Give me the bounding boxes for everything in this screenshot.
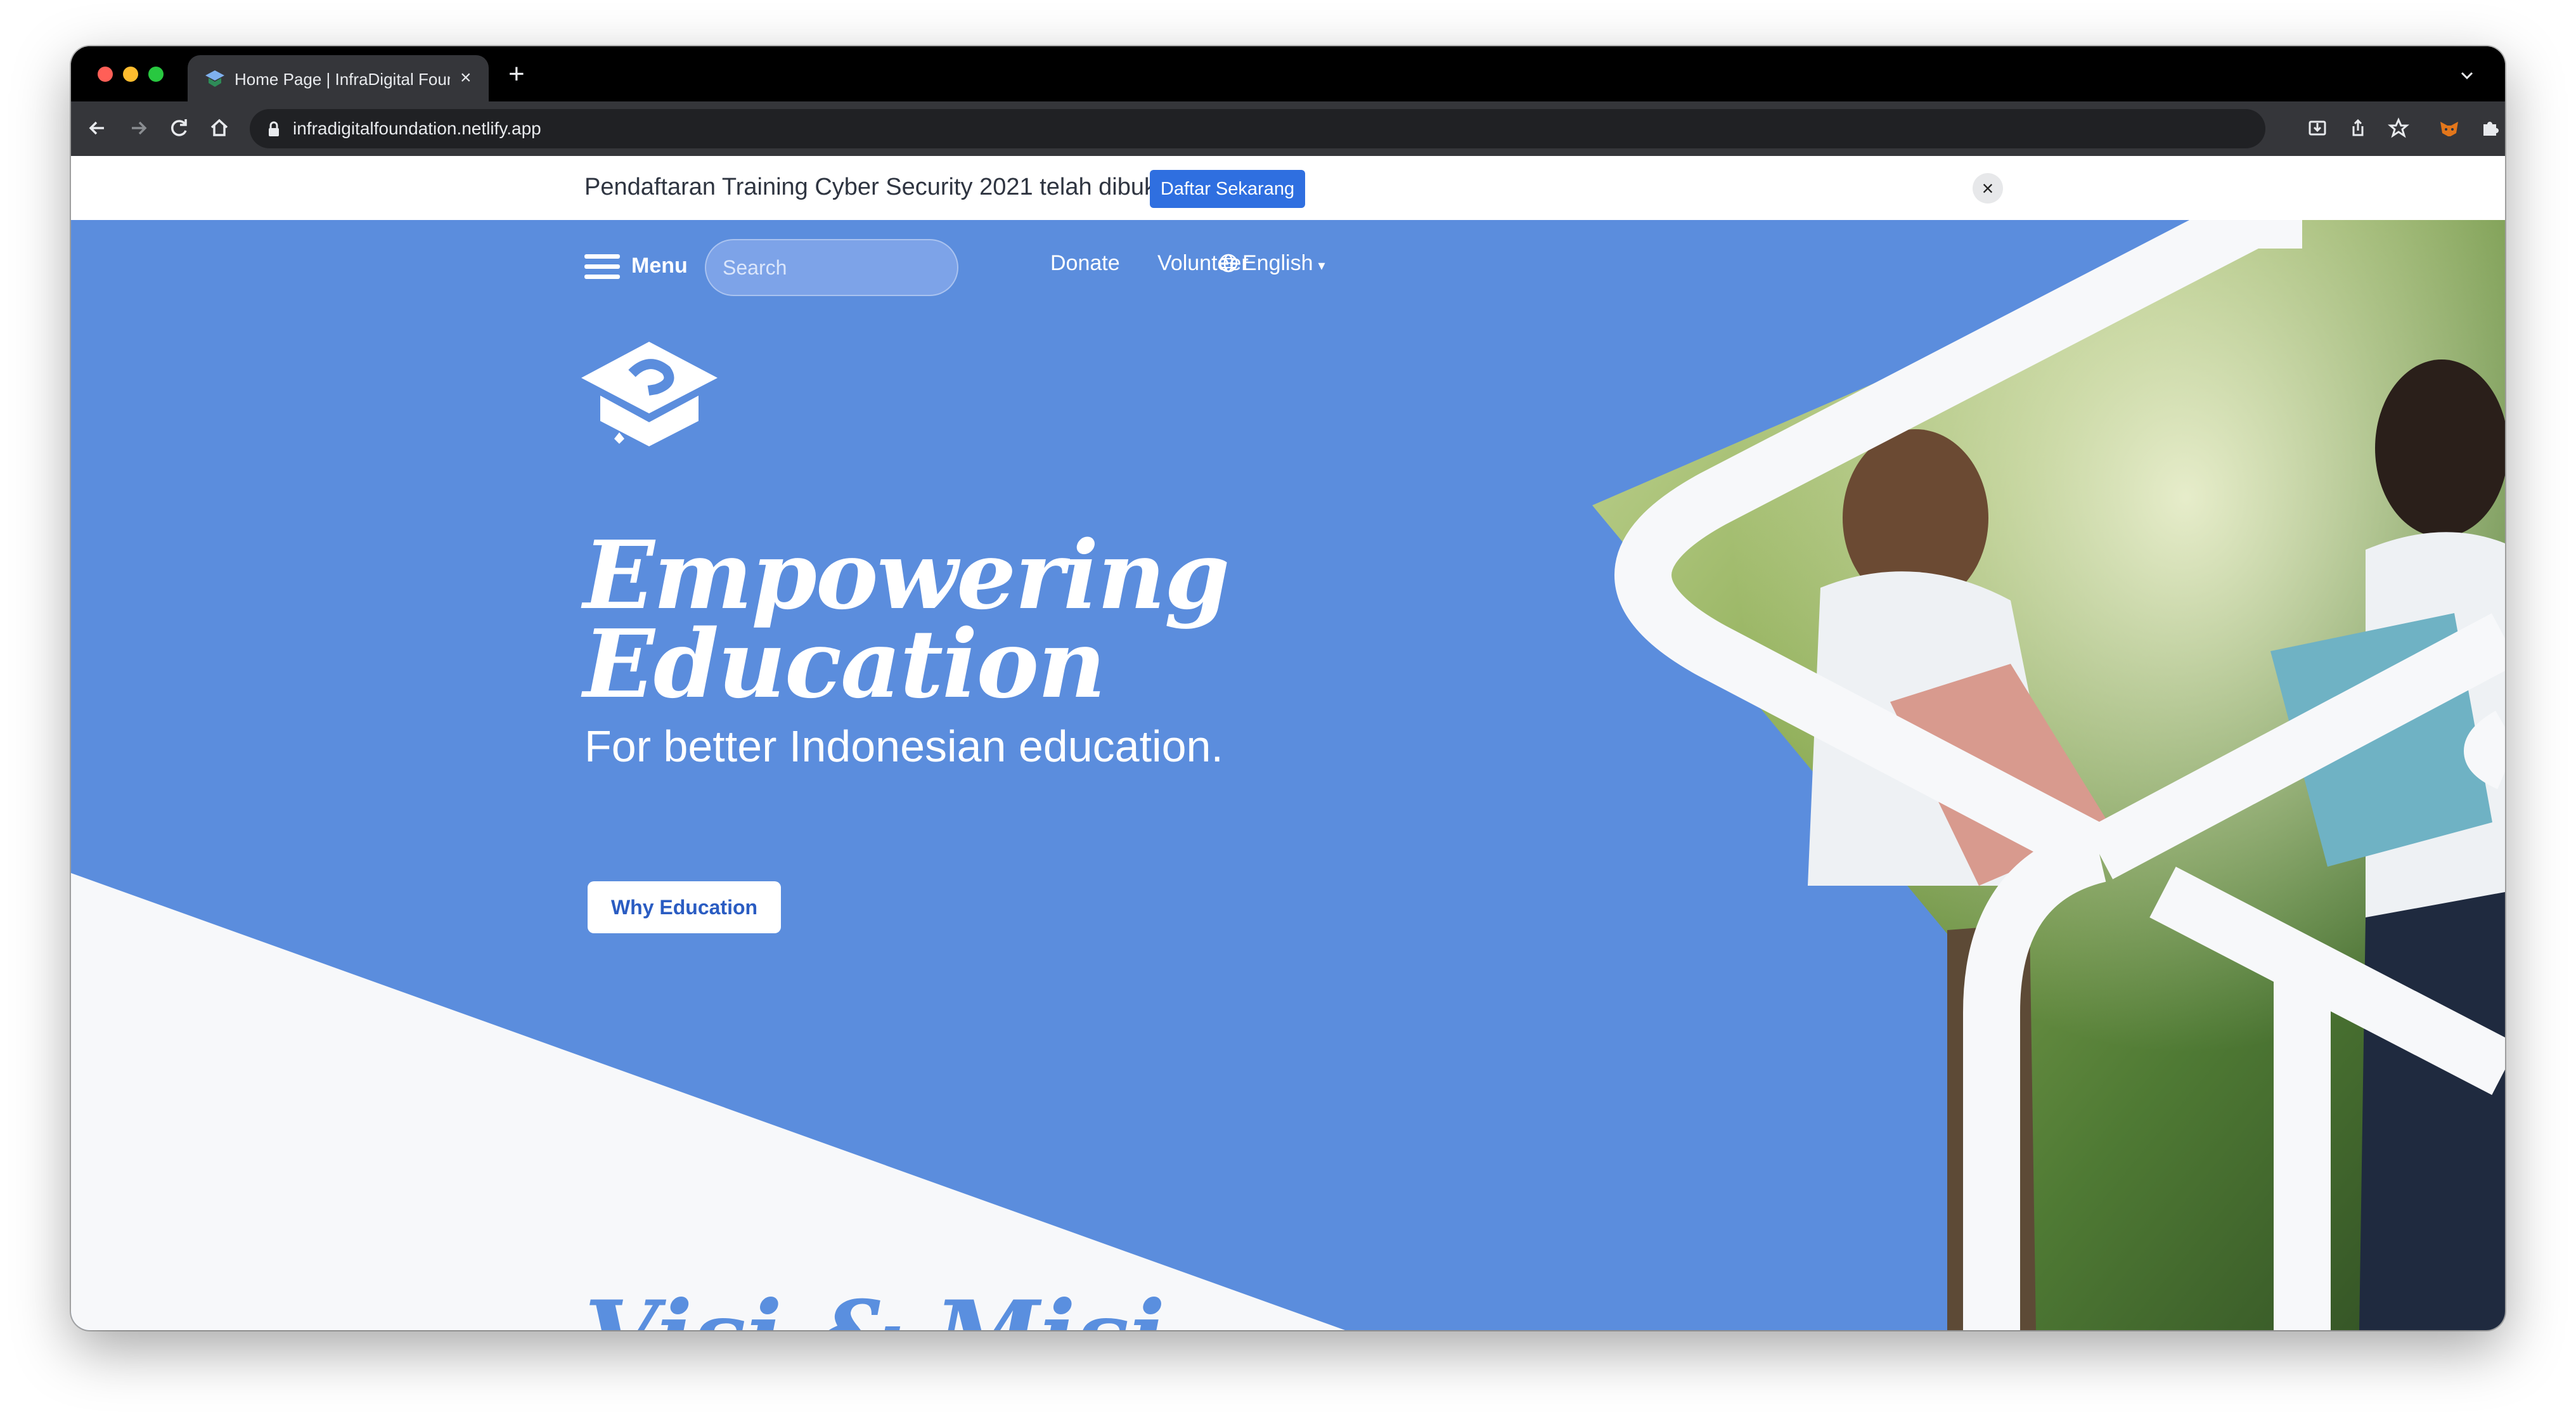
language-label[interactable]: English [1242,251,1313,275]
announcement-text: Pendaftaran Training Cyber Security 2021… [584,174,1176,200]
announcement-bar: Pendaftaran Training Cyber Security 2021… [71,156,2505,220]
back-icon[interactable] [85,115,110,141]
hamburger-menu-icon[interactable] [584,253,620,281]
extensions-puzzle-icon[interactable] [2477,115,2502,141]
address-bar[interactable]: infradigitalfoundation.netlify.app [250,109,2265,148]
bookmark-star-icon[interactable] [2386,115,2411,141]
reload-icon[interactable] [166,115,191,141]
browser-tab[interactable]: Home Page | InfraDigital Foundation × [188,55,489,101]
caret-down-icon: ▾ [1318,257,1325,273]
globe-icon [1219,254,1238,273]
url-text[interactable]: infradigitalfoundation.netlify.app [293,118,541,139]
maximize-window-button[interactable] [148,67,164,82]
announcement-close-button[interactable]: × [1973,173,2003,204]
hero-subheading: For better Indonesian education. [584,722,1223,771]
next-section-heading: Visi & Misi [584,1288,1165,1330]
tab-close-icon[interactable]: × [460,68,472,88]
web-page: Pendaftaran Training Cyber Security 2021… [71,156,2505,1330]
hero-background [71,220,2505,1330]
forward-icon[interactable] [126,115,151,141]
share-icon[interactable] [2345,115,2371,141]
browser-window: Home Page | InfraDigital Foundation × + [71,46,2505,1330]
language-selector[interactable]: English ▾ [1218,250,1325,278]
register-now-button[interactable]: Daftar Sekarang [1150,170,1305,208]
menu-label[interactable]: Menu [631,253,688,278]
hero-section: Menu Donate Volunteer English▾ Empowerin [71,220,2505,1330]
close-window-button[interactable] [98,67,113,82]
browser-toolbar: infradigitalfoundation.netlify.app [71,101,2505,156]
hero-headline: Empowering Education [583,528,1230,711]
nav-link-donate[interactable]: Donate [1050,250,1120,276]
home-icon[interactable] [207,115,232,141]
why-education-button[interactable]: Why Education [588,881,781,933]
lock-icon[interactable] [265,120,283,139]
metamask-extension-icon[interactable] [2437,115,2462,141]
install-app-icon[interactable] [2305,115,2330,141]
tab-search-chevron-icon[interactable] [2454,63,2480,88]
new-tab-button[interactable]: + [508,60,525,88]
minimize-window-button[interactable] [123,67,138,82]
graduation-cap-logo [581,342,718,446]
site-favicon-icon [205,70,224,87]
tab-title: Home Page | InfraDigital Foundation [235,70,450,89]
search-input[interactable] [705,239,958,296]
tab-strip: Home Page | InfraDigital Foundation × + [71,46,2505,101]
headline-line-2: Education [583,609,1106,719]
